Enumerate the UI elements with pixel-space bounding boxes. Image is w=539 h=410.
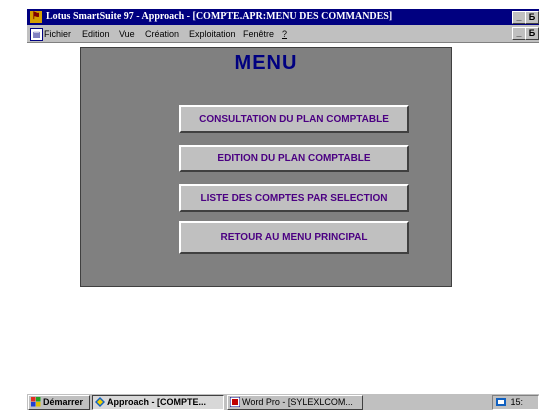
liste-comptes-selection-button[interactable]: LISTE DES COMPTES PAR SELECTION [179,184,409,212]
window-title: Lotus SmartSuite 97 - Approach - [COMPTE… [46,11,393,22]
panel-title: MENU [234,52,298,74]
taskbar-wordpro[interactable]: Word Pro - [SYLEXLCOM... [227,395,363,410]
clock: 15: [510,397,524,407]
system-tray: 15: [492,395,539,410]
menu-fenetre[interactable]: Fenêtre [243,28,274,40]
windows-logo-icon [31,397,41,407]
menu-bar: ▤ Fichier Edition Vue Création Exploitat… [27,25,539,42]
edition-plan-comptable-button[interactable]: EDITION DU PLAN COMPTABLE [179,145,409,172]
maximize-button[interactable]: Б [525,11,539,24]
approach-app-icon [95,397,105,407]
doc-minimize-button[interactable]: _ [512,27,526,40]
tray-app-icon[interactable] [496,397,506,407]
retour-menu-principal-button[interactable]: RETOUR AU MENU PRINCIPAL [179,221,409,254]
menu-panel: MENU CONSULTATION DU PLAN COMPTABLE EDIT… [80,47,452,287]
title-bar[interactable]: ⚑ Lotus SmartSuite 97 - Approach - [COMP… [27,9,539,25]
wordpro-app-icon [229,396,241,408]
button-label: RETOUR AU MENU PRINCIPAL [220,232,368,243]
button-label: EDITION DU PLAN COMPTABLE [217,153,371,164]
start-button[interactable]: Démarrer [28,395,90,410]
document-icon[interactable]: ▤ [30,28,43,41]
button-label: LISTE DES COMPTES PAR SELECTION [200,192,388,204]
taskbar-approach[interactable]: Approach - [COMPTE... [92,395,224,410]
menu-creation[interactable]: Création [145,28,179,40]
consultation-plan-comptable-button[interactable]: CONSULTATION DU PLAN COMPTABLE [179,105,409,133]
document-area: MENU CONSULTATION DU PLAN COMPTABLE EDIT… [27,42,539,394]
minimize-button[interactable]: _ [512,11,526,24]
doc-maximize-button[interactable]: Б [525,27,539,40]
menu-vue[interactable]: Vue [119,28,135,40]
lotus-app-icon[interactable]: ⚑ [30,11,42,23]
menu-fichier[interactable]: Fichier [44,28,71,40]
menu-edition[interactable]: Edition [82,28,110,40]
button-label: CONSULTATION DU PLAN COMPTABLE [199,113,389,125]
menu-exploitation[interactable]: Exploitation [189,28,236,40]
taskbar: Démarrer Approach - [COMPTE... Word Pro … [27,393,539,410]
menu-help[interactable]: ? [282,28,287,40]
application-window: ⚑ Lotus SmartSuite 97 - Approach - [COMP… [27,9,539,410]
